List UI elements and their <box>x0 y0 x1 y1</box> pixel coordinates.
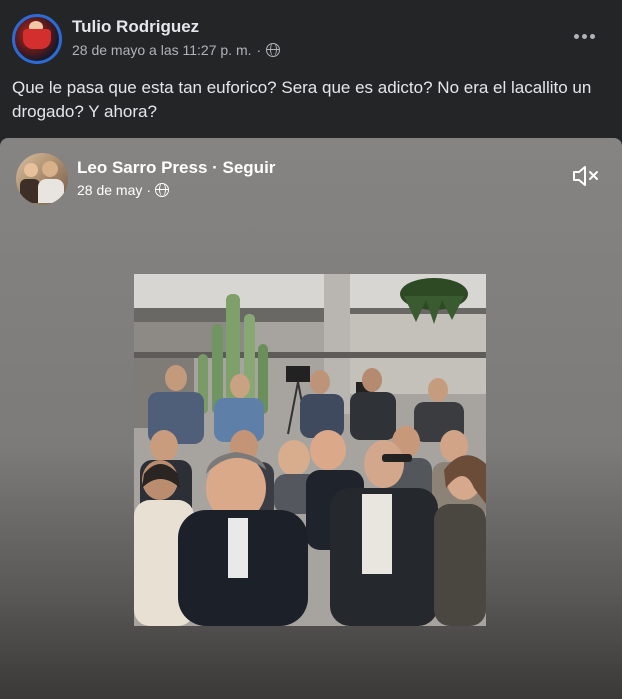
avatar-shape <box>42 161 58 177</box>
post-date[interactable]: 28 de mayo a las 11:27 p. m. <box>72 42 252 58</box>
more-options-button[interactable] <box>566 22 602 50</box>
speaker-muted-icon <box>573 166 598 186</box>
post-header: Tulio Rodriguez 28 de mayo a las 11:27 p… <box>0 0 622 72</box>
video-player[interactable] <box>134 274 486 626</box>
avatar-figure-body <box>23 29 51 49</box>
video-frame-image <box>134 274 486 626</box>
meta-separator: · <box>146 182 152 198</box>
shared-date[interactable]: 28 de may <box>77 182 142 198</box>
shared-video-card[interactable]: Leo Sarro Press · Seguir 28 de may · <box>0 138 622 699</box>
meta-separator: · <box>256 42 262 58</box>
more-horizontal-icon-dot <box>581 33 587 39</box>
shared-author-name[interactable]: Leo Sarro Press · Seguir <box>77 158 275 178</box>
more-horizontal-icon-dot <box>573 33 579 39</box>
author-name[interactable]: Tulio Rodriguez <box>72 17 199 37</box>
mute-toggle-button[interactable] <box>570 162 602 190</box>
avatar-shape <box>24 163 38 177</box>
post-text: Que le pasa que esta tan euforico? Sera … <box>12 78 592 121</box>
post-meta: 28 de mayo a las 11:27 p. m. · <box>72 42 281 58</box>
avatar-shape <box>38 179 64 203</box>
author-avatar[interactable] <box>12 14 62 64</box>
shared-author-avatar[interactable] <box>16 153 68 205</box>
shared-meta: 28 de may · <box>77 182 170 198</box>
more-horizontal-icon-dot <box>589 33 595 39</box>
globe-icon <box>266 43 281 57</box>
avatar-shape <box>20 179 40 203</box>
globe-icon <box>155 183 170 197</box>
